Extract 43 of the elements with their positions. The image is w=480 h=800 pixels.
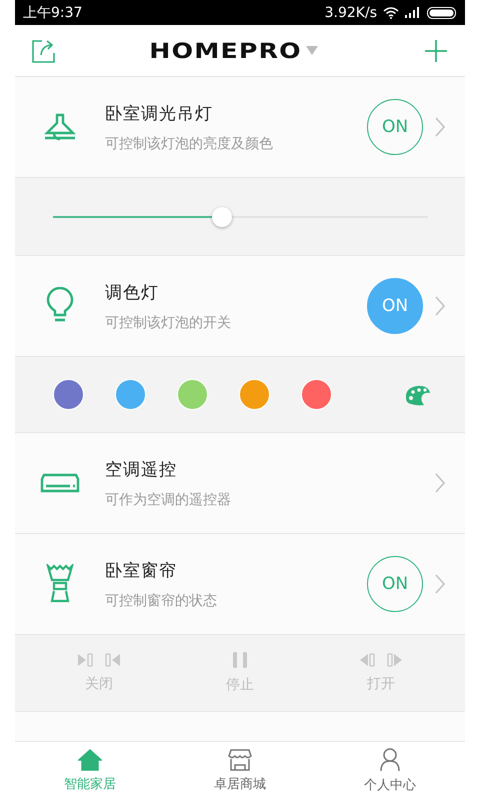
device-description: 可控制该灯泡的开关 [105, 314, 232, 332]
device-card[interactable]: 空调遥控 可作为空调的遥控器 [15, 433, 465, 534]
clock-text: 上午9:37 [23, 4, 82, 22]
chevron-right-icon[interactable] [435, 296, 445, 316]
color-swatch[interactable] [239, 379, 270, 410]
device-card[interactable]: 卧室窗帘 可控制窗帘的状态 ON [15, 534, 465, 635]
dropdown-caret-icon[interactable] [306, 46, 318, 55]
color-swatch[interactable] [177, 379, 208, 410]
chevron-right-icon[interactable] [435, 117, 445, 137]
device-name: 卧室窗帘 [105, 560, 178, 582]
device-description: 可作为空调的遥控器 [105, 490, 232, 508]
device-description: 可控制窗帘的状态 [105, 592, 218, 610]
close-curtain-icon [78, 653, 120, 667]
open-curtain-icon [360, 653, 402, 667]
signal-icon [405, 7, 421, 18]
pause-icon [231, 652, 249, 668]
curtain-icon [46, 564, 74, 604]
chevron-right-icon[interactable] [435, 473, 445, 493]
device-name: 空调遥控 [105, 458, 178, 480]
app-title[interactable]: HOMEPRO [149, 38, 302, 62]
lamp-icon [43, 113, 77, 141]
color-swatch[interactable] [53, 379, 84, 410]
network-speed-text: 3.92K/s [324, 4, 377, 20]
person-icon [379, 748, 401, 772]
device-card[interactable]: 调色灯 可控制该灯泡的开关 ON [15, 256, 465, 357]
device-name: 调色灯 [105, 282, 160, 304]
device-description: 可控制该灯泡的亮度及颜色 [105, 134, 274, 152]
air-conditioner-icon [40, 473, 80, 493]
palette-icon[interactable] [403, 384, 431, 406]
color-swatch[interactable] [115, 379, 146, 410]
nav-tab[interactable]: 卓居商城 [165, 742, 315, 800]
wifi-icon [383, 6, 399, 18]
nav-tab[interactable]: 个人中心 [315, 742, 465, 800]
device-name: 卧室调光吊灯 [105, 102, 214, 124]
house-icon [78, 749, 102, 771]
store-icon [228, 749, 252, 771]
device-card[interactable]: 卧室调光吊灯 可控制该灯泡的亮度及颜色 ON [15, 77, 465, 178]
share-icon[interactable] [32, 38, 56, 62]
color-swatch[interactable] [301, 379, 332, 410]
add-icon[interactable] [424, 38, 448, 62]
chevron-right-icon[interactable] [435, 574, 445, 594]
slider-thumb[interactable] [212, 206, 232, 226]
battery-icon [427, 6, 457, 18]
